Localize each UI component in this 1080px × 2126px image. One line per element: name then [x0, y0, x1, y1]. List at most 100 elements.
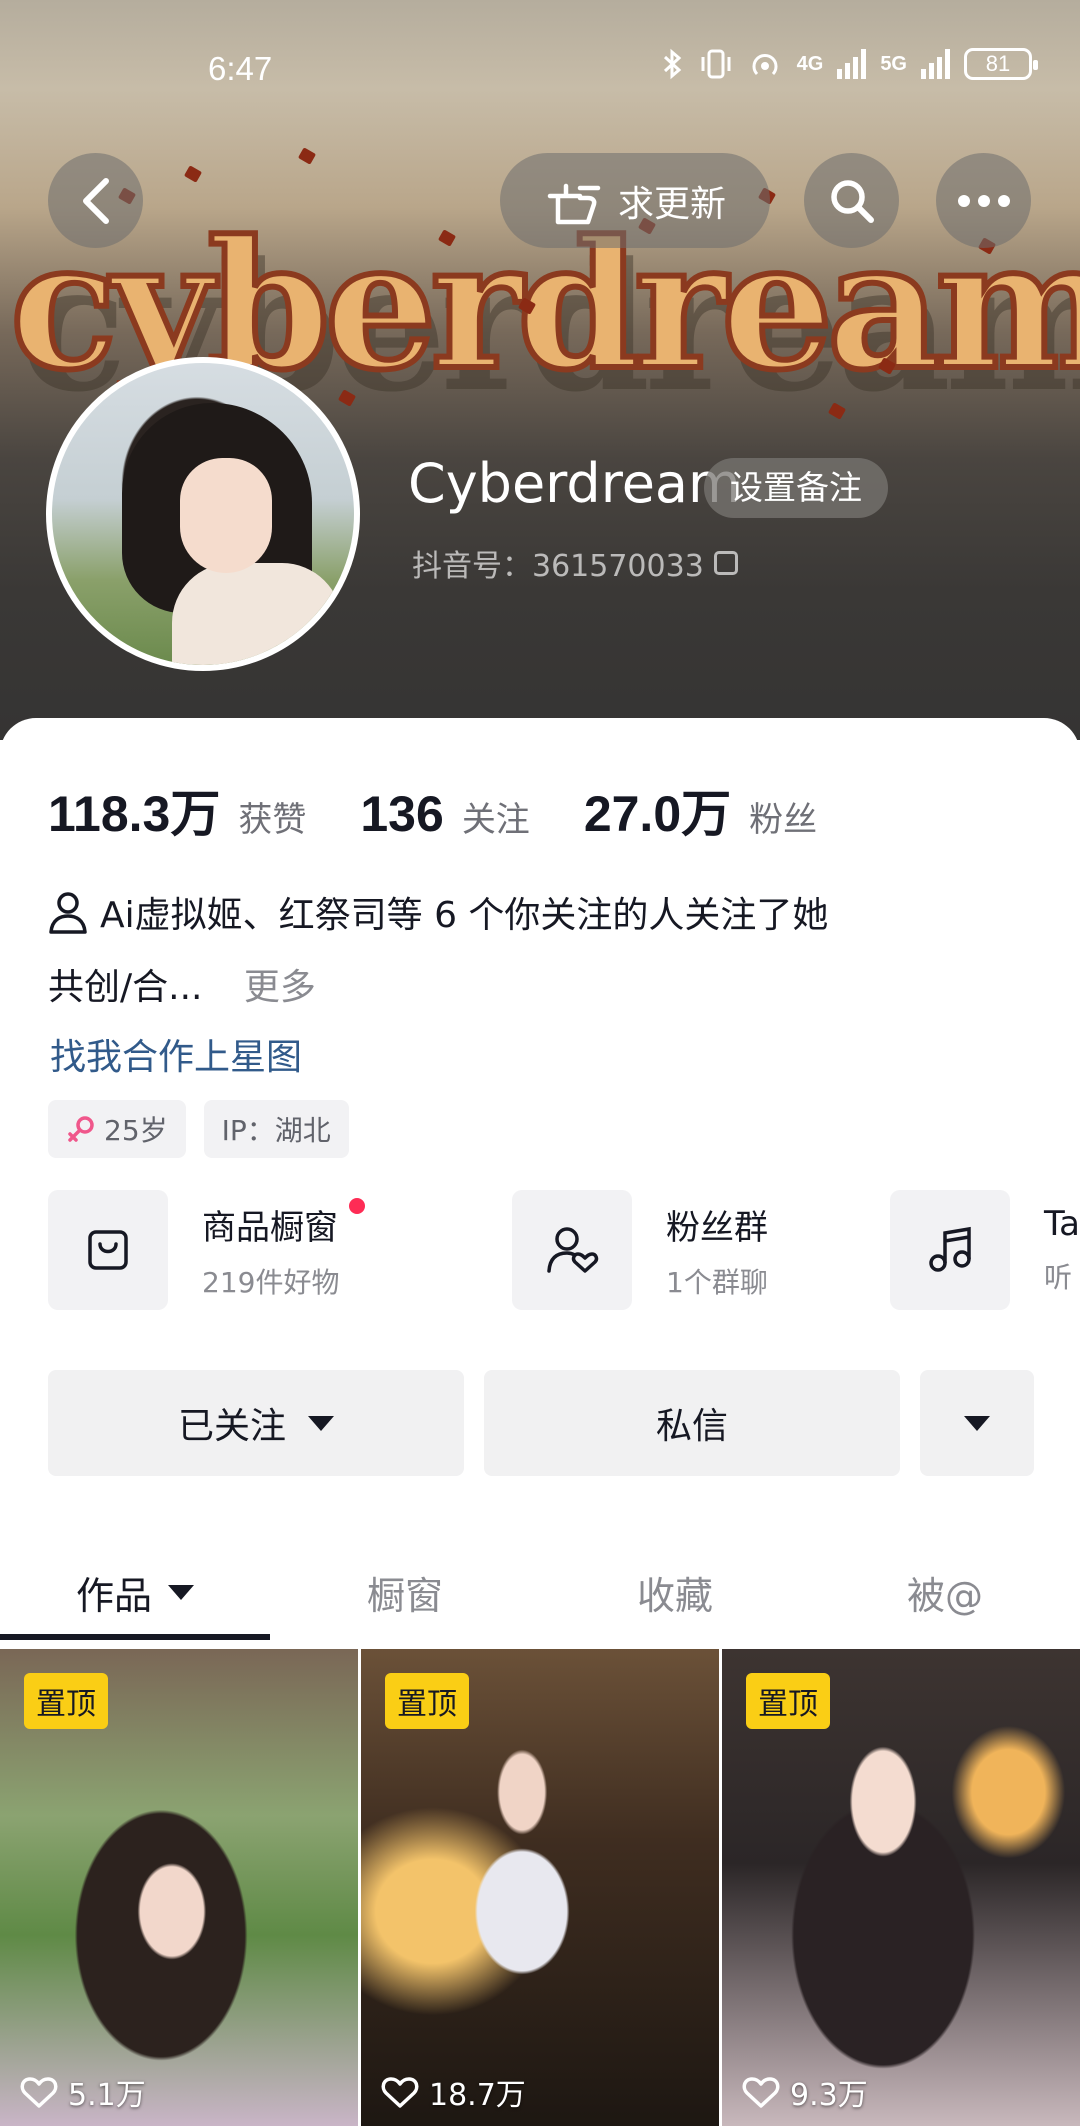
search-button[interactable] — [804, 153, 899, 248]
stat-followers[interactable]: 27.0万 粉丝 — [584, 774, 817, 846]
age-tag: 25岁 — [48, 1100, 186, 1158]
pinned-badge: 置顶 — [385, 1673, 469, 1729]
stats-row: 118.3万 获赞 136 关注 27.0万 粉丝 — [48, 774, 817, 846]
heart-icon — [381, 2077, 419, 2108]
like-count: 5.1万 — [20, 2070, 146, 2114]
tab-label: 收藏 — [636, 1573, 713, 1618]
video-thumbnail[interactable]: 置顶 18.7万 — [361, 1649, 719, 2126]
content-tabs: 作品 橱窗 收藏 被@ — [0, 1538, 1080, 1646]
stat-label: 获赞 — [238, 800, 307, 840]
followed-button[interactable]: 已关注 — [48, 1370, 464, 1476]
profile-card: 118.3万 获赞 136 关注 27.0万 粉丝 Ai虚拟姬、红祭司等 6 个… — [0, 718, 1080, 2126]
stat-label: 关注 — [461, 800, 530, 840]
action-buttons: 已关注 私信 — [48, 1370, 1034, 1476]
entry-subtitle: 听 — [1044, 1261, 1073, 1294]
status-bar: 6:47 4G 5G 81 — [0, 0, 1080, 140]
like-count-text: 5.1万 — [68, 2078, 146, 2113]
dropdown-triangle-icon — [168, 1584, 194, 1600]
pinned-badge: 置顶 — [746, 1673, 830, 1729]
tab-label: 作品 — [75, 1573, 152, 1618]
vibrate-icon — [701, 49, 731, 79]
status-icons: 4G 5G 81 — [661, 48, 1038, 80]
network-type-2: 5G — [880, 52, 907, 75]
mutual-follow-line[interactable]: Ai虚拟姬、红祭司等 6 个你关注的人关注了她 — [48, 886, 828, 938]
more-actions-button[interactable] — [920, 1370, 1034, 1476]
entry-shop-window[interactable]: 商品橱窗 219件好物 — [48, 1190, 366, 1310]
bio-more-link[interactable]: 更多 — [244, 967, 316, 1008]
back-icon — [82, 177, 109, 224]
tab-label: 橱窗 — [366, 1573, 443, 1618]
music-note-icon — [929, 1226, 971, 1272]
stat-label: 粉丝 — [749, 800, 818, 840]
fan-group-icon — [547, 1227, 599, 1273]
ip-tag: IP：湖北 — [203, 1100, 349, 1158]
stat-value: 136 — [360, 786, 444, 842]
entry-icon-box — [512, 1190, 632, 1310]
stat-following[interactable]: 136 关注 — [360, 785, 529, 843]
age-text: 25岁 — [104, 1114, 168, 1147]
entry-icon-box — [48, 1190, 168, 1310]
message-button[interactable]: 私信 — [484, 1370, 900, 1476]
entry-title: Ta — [1044, 1204, 1080, 1244]
tab-mentions[interactable]: 被@ — [810, 1538, 1080, 1646]
person-icon — [49, 892, 87, 934]
entry-fan-group[interactable]: 粉丝群 1个群聊 — [512, 1190, 768, 1310]
tab-shop-window[interactable]: 橱窗 — [270, 1538, 540, 1646]
signal-icon-2 — [921, 49, 950, 79]
video-thumbnail[interactable]: 置顶 5.1万 — [0, 1649, 358, 2126]
message-label: 私信 — [655, 1406, 728, 1447]
followed-label: 已关注 — [177, 1406, 286, 1447]
dropdown-triangle-icon — [308, 1415, 334, 1431]
profile-name: Cyberdream — [408, 452, 741, 515]
entry-icon-box — [890, 1190, 1010, 1310]
notification-dot — [349, 1197, 366, 1214]
entry-subtitle: 1个群聊 — [666, 1265, 768, 1299]
entry-title: 商品橱窗 — [202, 1197, 366, 1249]
ip-text: IP：湖北 — [221, 1114, 331, 1147]
status-time: 6:47 — [208, 50, 273, 87]
heart-icon — [20, 2077, 58, 2108]
entry-music[interactable]: Ta 听 — [890, 1190, 1080, 1310]
tab-favorites[interactable]: 收藏 — [540, 1538, 810, 1646]
search-icon — [830, 179, 874, 223]
stat-likes[interactable]: 118.3万 获赞 — [48, 774, 306, 846]
bio-line2: 共创/合... — [48, 967, 203, 1008]
avatar[interactable] — [46, 357, 360, 671]
more-button[interactable] — [936, 153, 1031, 248]
entry-subtitle: 219件好物 — [202, 1265, 340, 1299]
network-type-1: 4G — [796, 52, 824, 75]
pinned-badge: 置顶 — [24, 1673, 108, 1729]
mutual-follow-text: Ai虚拟姬、红祭司等 6 个你关注的人关注了她 — [100, 895, 829, 936]
tab-label: 被@ — [906, 1573, 983, 1618]
request-update-label: 求更新 — [617, 183, 726, 225]
video-grid: 置顶 5.1万 置顶 18.7万 置顶 9.3万 — [0, 1649, 1080, 2126]
entry-title: 粉丝群 — [666, 1207, 768, 1248]
battery-icon: 81 — [964, 48, 1038, 80]
battery-level: 81 — [985, 51, 1011, 76]
stat-value: 118.3万 — [48, 786, 221, 842]
shopping-bag-icon — [88, 1230, 128, 1270]
stat-value: 27.0万 — [583, 786, 732, 842]
douyin-id[interactable]: 抖音号：361570033 — [412, 541, 738, 585]
set-remark-button[interactable]: 设置备注 — [704, 458, 888, 518]
bio-text: 共创/合... 更多 — [48, 958, 316, 1010]
more-icon — [957, 194, 1010, 207]
profile-tags: 25岁 IP：湖北 — [48, 1100, 349, 1158]
hotspot-icon — [752, 54, 778, 76]
cooperation-link[interactable]: 找我合作上星图 — [50, 1028, 302, 1080]
heart-icon — [742, 2077, 780, 2108]
like-count: 18.7万 — [381, 2070, 526, 2114]
signal-icon — [837, 49, 867, 79]
back-button[interactable] — [48, 153, 143, 248]
dropdown-triangle-icon — [964, 1415, 990, 1431]
like-count-text: 9.3万 — [790, 2078, 868, 2113]
request-update-button[interactable]: 求更新 — [500, 153, 770, 248]
female-icon — [68, 1116, 94, 1142]
feature-entries: 商品橱窗 219件好物 粉丝群 1个群聊 Ta 听 — [48, 1190, 1080, 1314]
like-count: 9.3万 — [742, 2070, 868, 2114]
douyin-id-text: 抖音号：361570033 — [412, 549, 704, 584]
copy-icon[interactable] — [713, 551, 738, 575]
finger-point-icon — [547, 183, 601, 224]
video-thumbnail[interactable]: 置顶 9.3万 — [722, 1649, 1080, 2126]
tab-works[interactable]: 作品 — [0, 1538, 270, 1646]
